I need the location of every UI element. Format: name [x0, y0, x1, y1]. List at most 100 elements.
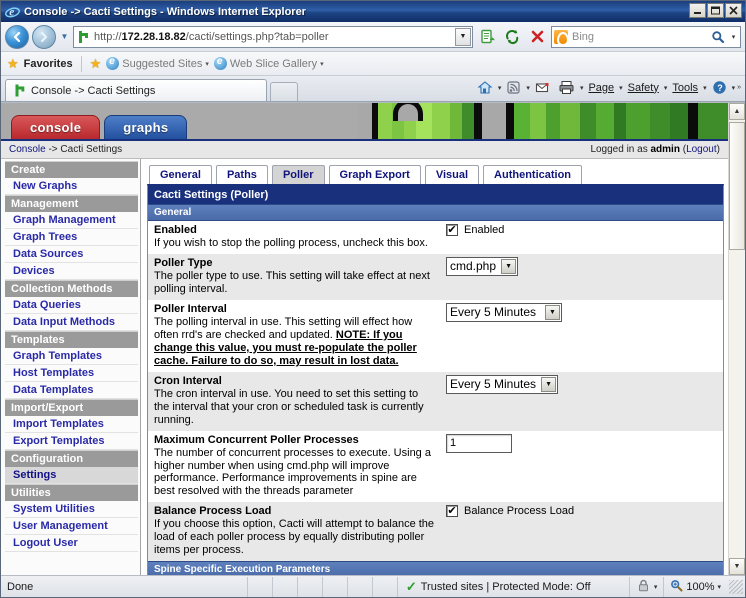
- page-title: Cacti Settings (Poller): [148, 186, 723, 204]
- cacti-tab-graphs[interactable]: graphs: [104, 115, 188, 139]
- setting-title-cron-interval: Cron Interval: [154, 374, 222, 387]
- tab-general[interactable]: General: [149, 165, 212, 184]
- back-button[interactable]: [5, 24, 29, 49]
- sidebar-item-logout-user[interactable]: Logout User: [5, 535, 138, 552]
- help-dropdown-caret[interactable]: ▾: [732, 84, 736, 92]
- status-cell-6: [371, 576, 397, 597]
- sidebar-item-new-graphs[interactable]: New Graphs: [5, 178, 138, 195]
- sidebar-item-graph-trees[interactable]: Graph Trees: [5, 229, 138, 246]
- page-menu[interactable]: Page: [585, 81, 617, 95]
- sidebar-item-import-templates[interactable]: Import Templates: [5, 416, 138, 433]
- sidebar-item-data-input-methods[interactable]: Data Input Methods: [5, 314, 138, 331]
- zoom-control[interactable]: 100% ▾: [663, 576, 727, 597]
- forward-button[interactable]: [32, 24, 56, 49]
- svg-text:?: ?: [717, 83, 723, 93]
- zoom-dropdown-caret[interactable]: ▾: [717, 583, 721, 591]
- tools-menu[interactable]: Tools: [669, 81, 701, 95]
- refresh-icon[interactable]: [501, 26, 523, 48]
- command-overflow-icon[interactable]: »: [737, 84, 741, 91]
- balance-process-load-checkbox[interactable]: ✔: [446, 505, 458, 518]
- web-slice-gallery-item[interactable]: Web Slice Gallery ▾: [213, 56, 324, 70]
- print-icon[interactable]: [555, 79, 578, 96]
- search-provider-dropdown[interactable]: ▾: [728, 33, 739, 41]
- poller-type-select[interactable]: cmd.php ▼: [446, 256, 519, 276]
- safety-menu-caret[interactable]: ▾: [664, 84, 668, 92]
- chevron-down-icon[interactable]: ▼: [545, 304, 560, 320]
- scrollbar-thumb[interactable]: [729, 122, 745, 250]
- chevron-down-icon[interactable]: ▼: [501, 258, 517, 274]
- cron-interval-select[interactable]: Every 5 Minutes ▼: [446, 374, 559, 394]
- privacy-lock-cell[interactable]: ▾: [628, 576, 664, 597]
- help-icon[interactable]: ?: [709, 79, 730, 96]
- sidebar-item-user-management[interactable]: User Management: [5, 518, 138, 535]
- sidebar: Create New Graphs Management Graph Manag…: [1, 159, 141, 575]
- maximize-button[interactable]: [707, 3, 724, 18]
- search-input[interactable]: Bing: [572, 31, 708, 43]
- setting-text-max-concurrent: The number of concurrent processes to ex…: [154, 446, 431, 498]
- feeds-icon[interactable]: [503, 79, 524, 96]
- mail-icon[interactable]: [532, 80, 553, 95]
- tab-authentication[interactable]: Authentication: [483, 165, 583, 184]
- close-button[interactable]: [725, 3, 742, 18]
- tab-paths[interactable]: Paths: [215, 165, 268, 184]
- svg-text:e: e: [9, 7, 14, 19]
- search-go-icon[interactable]: [708, 27, 728, 47]
- tab-strip: Console -> Cacti Settings ▾ ▾ ▾ Page ▾ S…: [1, 76, 745, 102]
- suggested-sites-item[interactable]: Suggested Sites ▾: [106, 56, 209, 70]
- page-scrollbar[interactable]: ▲ ▼: [728, 103, 745, 575]
- page-menu-caret[interactable]: ▾: [619, 84, 623, 92]
- resize-grip[interactable]: [729, 579, 743, 594]
- compatibility-view-icon[interactable]: [476, 26, 498, 48]
- cacti-banner: console graphs: [1, 103, 728, 141]
- sidebar-item-settings[interactable]: Settings: [5, 467, 138, 484]
- feeds-dropdown-caret[interactable]: ▾: [526, 84, 530, 92]
- sidebar-item-export-templates[interactable]: Export Templates: [5, 433, 138, 450]
- setting-title-max-concurrent: Maximum Concurrent Poller Processes: [154, 433, 359, 446]
- poller-interval-select[interactable]: Every 5 Minutes ▼: [446, 302, 562, 322]
- sidebar-item-graph-templates[interactable]: Graph Templates: [5, 348, 138, 365]
- sidebar-item-data-templates[interactable]: Data Templates: [5, 382, 138, 399]
- home-dropdown-caret[interactable]: ▾: [498, 84, 502, 92]
- privacy-dropdown-caret[interactable]: ▾: [654, 583, 658, 591]
- new-tab-button[interactable]: [270, 82, 298, 101]
- browser-tab-console-cacti-settings[interactable]: Console -> Cacti Settings: [5, 79, 267, 101]
- scroll-up-button[interactable]: ▲: [729, 103, 745, 120]
- add-to-favorites-icon[interactable]: ★: [90, 57, 102, 70]
- address-dropdown-button[interactable]: ▼: [455, 27, 471, 46]
- minimize-button[interactable]: [689, 3, 706, 18]
- sidebar-item-data-sources[interactable]: Data Sources: [5, 246, 138, 263]
- cacti-page: console graphs Console -> Cacti Settings…: [1, 103, 728, 575]
- recent-pages-dropdown[interactable]: ▼: [59, 32, 70, 41]
- scroll-down-button[interactable]: ▼: [729, 558, 745, 575]
- favorites-star-icon[interactable]: ★: [7, 57, 19, 70]
- sidebar-item-host-templates[interactable]: Host Templates: [5, 365, 138, 382]
- sidebar-item-system-utilities[interactable]: System Utilities: [5, 501, 138, 518]
- tools-menu-caret[interactable]: ▾: [703, 84, 707, 92]
- chevron-down-icon[interactable]: ▼: [541, 376, 557, 392]
- security-zone[interactable]: ✓ Trusted sites | Protected Mode: Off: [396, 576, 629, 597]
- scrollbar-track[interactable]: [729, 120, 745, 558]
- breadcrumb-console-link[interactable]: Console: [9, 144, 46, 155]
- cacti-tab-console-label: console: [30, 120, 82, 135]
- sidebar-item-data-queries[interactable]: Data Queries: [5, 297, 138, 314]
- tab-visual[interactable]: Visual: [424, 165, 480, 184]
- section-header-general: General: [148, 204, 723, 221]
- print-dropdown-caret[interactable]: ▾: [580, 84, 584, 92]
- search-box[interactable]: Bing ▾: [551, 25, 741, 48]
- sidebar-item-devices[interactable]: Devices: [5, 263, 138, 280]
- enabled-checkbox[interactable]: ✔: [446, 224, 458, 236]
- address-bar[interactable]: http://172.28.18.82/cacti/settings.php?t…: [73, 25, 473, 48]
- cacti-tab-console[interactable]: console: [11, 115, 101, 139]
- tab-graph-export[interactable]: Graph Export: [328, 165, 421, 184]
- home-icon[interactable]: [474, 79, 496, 96]
- tab-poller[interactable]: Poller: [271, 165, 325, 184]
- favorites-label[interactable]: Favorites: [24, 58, 73, 70]
- stop-icon[interactable]: [526, 26, 548, 48]
- max-concurrent-input[interactable]: 1: [446, 433, 512, 453]
- safety-menu[interactable]: Safety: [625, 81, 662, 95]
- setting-desc-poller-interval: Poller Interval The polling interval in …: [154, 303, 436, 368]
- breadcrumb-rest: -> Cacti Settings: [45, 144, 123, 155]
- setting-desc-max-concurrent: Maximum Concurrent Poller Processes The …: [154, 434, 436, 499]
- logout-link[interactable]: Logout: [686, 144, 717, 155]
- sidebar-item-graph-management[interactable]: Graph Management: [5, 212, 138, 229]
